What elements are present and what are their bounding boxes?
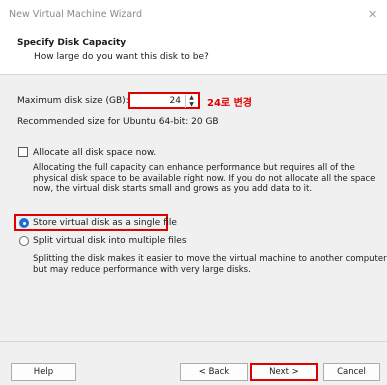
- next-button[interactable]: Next >: [250, 363, 318, 381]
- split-description: Splitting the disk makes it easier to mo…: [33, 254, 387, 275]
- recommended-size-text: Recommended size for Ubuntu 64-bit: 20 G…: [17, 117, 219, 127]
- disk-size-label: Maximum disk size (GB):: [17, 96, 129, 106]
- stepper-down-icon[interactable]: ▼: [186, 102, 197, 108]
- allocate-description: Allocating the full capacity can enhance…: [33, 163, 375, 195]
- title-bar: New Virtual Machine Wizard ✕: [0, 0, 387, 28]
- split-desc-line: but may reduce performance with very lar…: [33, 264, 251, 275]
- window-title: New Virtual Machine Wizard: [9, 9, 142, 20]
- allocate-label[interactable]: Allocate all disk space now.: [33, 148, 156, 158]
- page-title: Specify Disk Capacity: [17, 38, 127, 48]
- wizard-window: New Virtual Machine Wizard ✕ Specify Dis…: [0, 0, 387, 385]
- annotation-text: 24로 변경: [207, 98, 252, 109]
- back-button[interactable]: < Back: [180, 363, 248, 381]
- cancel-button[interactable]: Cancel: [323, 363, 380, 381]
- close-icon[interactable]: ✕: [368, 8, 377, 21]
- allocate-desc-line: now, the virtual disk starts small and g…: [33, 184, 313, 194]
- single-file-radio[interactable]: [19, 218, 29, 228]
- split-files-label[interactable]: Split virtual disk into multiple files: [33, 236, 187, 246]
- single-file-label[interactable]: Store virtual disk as a single file: [33, 218, 177, 228]
- split-desc-line: Splitting the disk makes it easier to mo…: [33, 254, 387, 264]
- disk-size-value[interactable]: 24: [170, 96, 181, 106]
- allocate-desc-line: Allocating the full capacity can enhance…: [33, 163, 355, 173]
- split-files-radio[interactable]: [19, 236, 29, 246]
- stepper-buttons[interactable]: ▲ ▼: [185, 95, 197, 108]
- disk-size-stepper[interactable]: 24 ▲ ▼: [128, 92, 200, 109]
- page-subtitle: How large do you want this disk to be?: [34, 52, 209, 62]
- help-button[interactable]: Help: [11, 363, 76, 381]
- allocate-checkbox[interactable]: [18, 147, 28, 157]
- wizard-header: Specify Disk Capacity How large do you w…: [0, 28, 387, 75]
- allocate-desc-line: physical disk space to be available righ…: [33, 173, 376, 184]
